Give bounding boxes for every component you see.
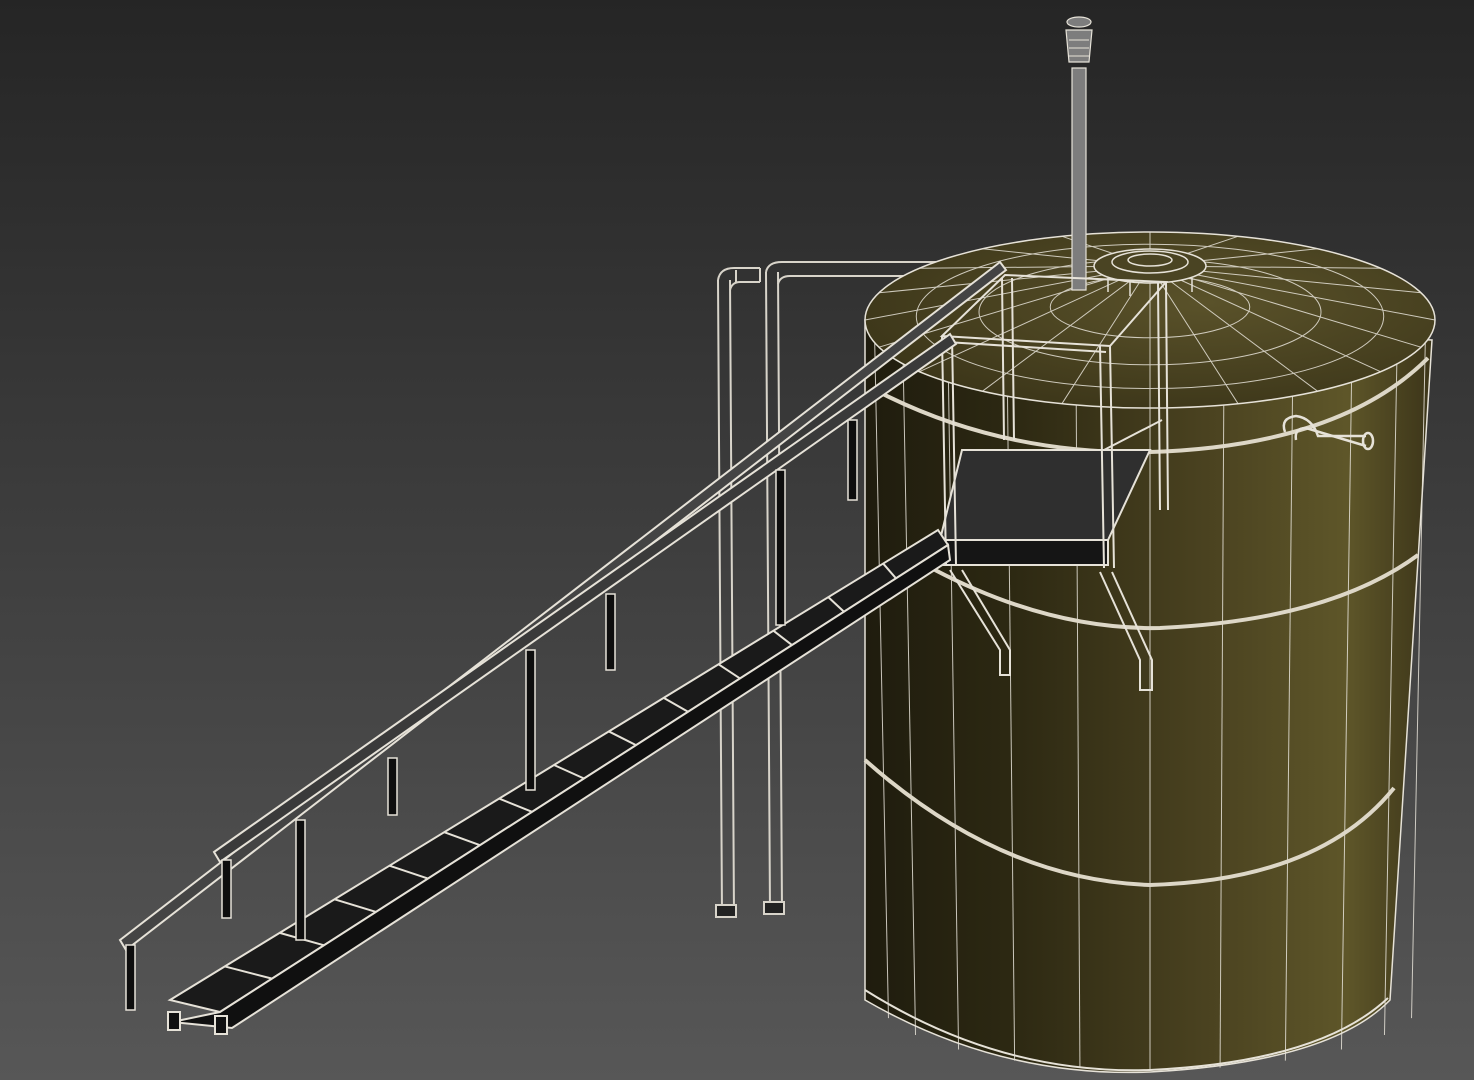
- handrail-post: [605, 593, 616, 671]
- handrail-post: [295, 819, 306, 941]
- handrail-post: [775, 469, 786, 626]
- handrail-post: [525, 649, 536, 791]
- handrail-post: [387, 757, 398, 816]
- storage-tank[interactable]: [863, 231, 1436, 1074]
- handrail-post: [847, 419, 858, 501]
- 3d-viewport[interactable]: [0, 0, 1474, 1080]
- scene-canvas[interactable]: [0, 0, 1474, 1080]
- handrail-post: [125, 944, 136, 1011]
- handrail-post: [221, 859, 232, 919]
